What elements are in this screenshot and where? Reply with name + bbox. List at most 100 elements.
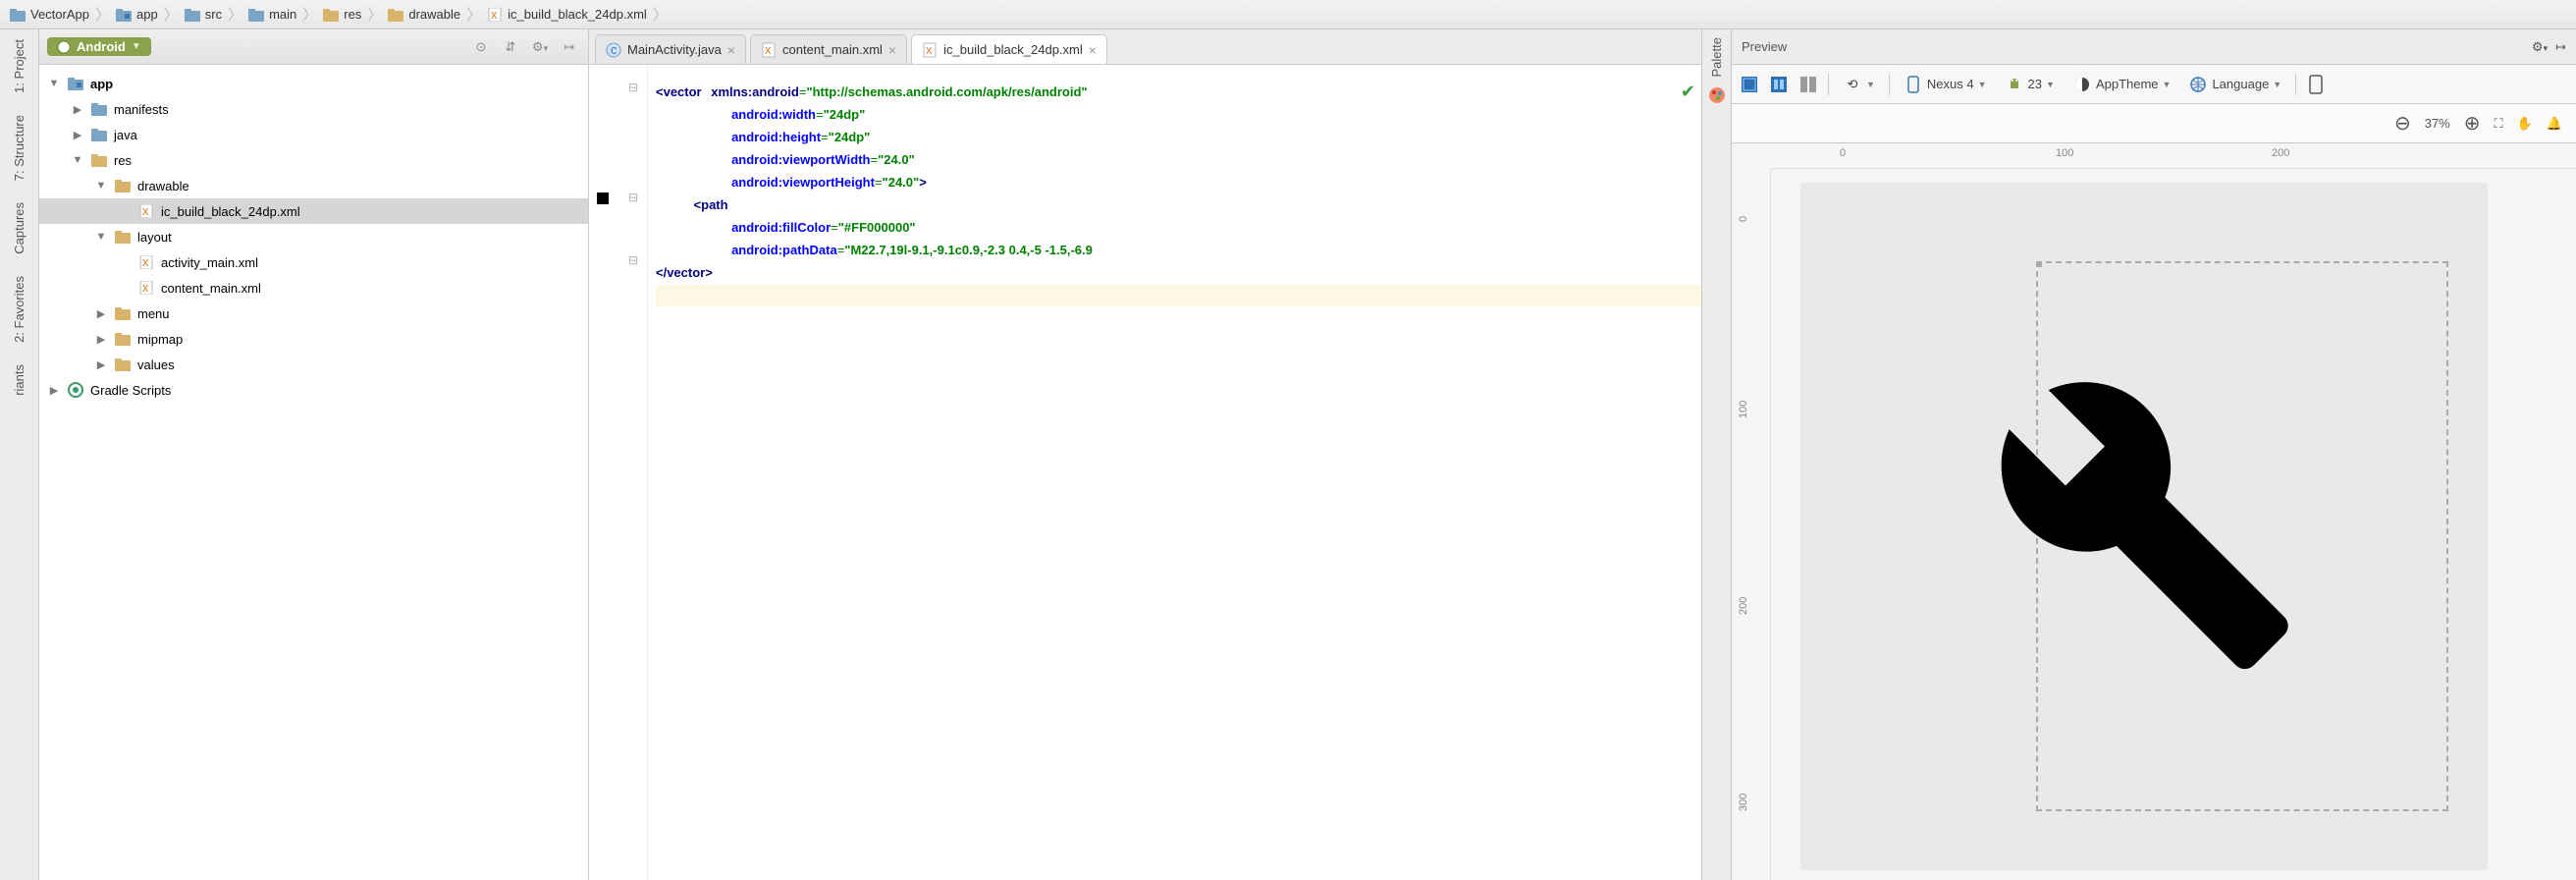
project-view-label: Android [77,39,126,54]
globe-icon [2188,75,2208,94]
tool-build-variants[interactable]: riants [12,360,27,400]
hide-panel-icon[interactable]: ↦ [559,39,580,55]
preview-panel: Preview ⚙▾ ↦ ⟲▼ Nexus 4▼ 23▼ AppTheme▼ L… [1732,29,2576,880]
zoom-fit-icon[interactable]: ⛶ [2495,116,2503,132]
editor-gutter[interactable]: ⊟ ⊟ ⊟ [589,65,648,880]
svg-text:x: x [765,42,772,57]
settings-gear-icon[interactable]: ⚙▾ [2532,39,2548,55]
layout-blueprint-icon[interactable] [1740,75,1759,94]
close-icon[interactable]: × [1089,42,1097,58]
expand-arrow-icon[interactable]: ▼ [94,231,108,243]
close-icon[interactable]: × [727,42,735,58]
layout-both-icon[interactable] [1798,75,1818,94]
expand-arrow-icon[interactable]: ▶ [94,358,108,371]
breadcrumb-item-drawable[interactable]: drawable [384,7,464,22]
tree-node-gradle[interactable]: ▶Gradle Scripts [39,377,588,403]
tab-content-main[interactable]: xcontent_main.xml× [750,34,907,64]
code-token: android:viewportHeight [731,175,875,190]
breadcrumb-item-app[interactable]: app [112,7,162,22]
tree-node-res[interactable]: ▼res [39,147,588,173]
chevron-down-icon: ▼ [2046,80,2055,89]
notifications-icon[interactable]: 🔔 [2547,116,2562,132]
device-frame-icon[interactable] [2306,75,2326,94]
code-token: > [919,175,927,190]
chevron-down-icon: ▼ [1866,80,1875,89]
project-view-selector[interactable]: Android ▼ [47,37,151,56]
theme-icon [2072,75,2092,94]
close-icon[interactable]: × [888,42,896,58]
res-folder-icon [114,357,132,372]
theme-selector[interactable]: AppTheme▼ [2068,73,2175,96]
tree-node-ic-build[interactable]: ▶xic_build_black_24dp.xml [39,198,588,224]
svg-text:x: x [142,204,149,218]
zoom-in-icon[interactable]: ⊕ [2464,111,2481,136]
collapse-all-icon[interactable]: ⇵ [500,39,521,55]
tree-node-content-main[interactable]: ▶xcontent_main.xml [39,275,588,301]
chevron-right-icon: 〉 [162,4,181,25]
tool-favorites[interactable]: 2: Favorites [12,272,27,347]
tree-node-values[interactable]: ▶values [39,352,588,377]
ruler-tick: 0 [1840,147,1846,159]
fold-handle-icon[interactable]: ⊟ [628,253,638,267]
tool-structure[interactable]: 7: Structure [12,111,27,185]
left-tool-strip: 1: Project 7: Structure Captures 2: Favo… [0,29,39,880]
tab-ic-build[interactable]: x ic_build_black_24dp.xml × [911,34,1107,64]
tab-label: ic_build_black_24dp.xml [943,42,1083,57]
svg-text:c: c [611,42,617,57]
fold-handle-icon[interactable]: ⊟ [628,81,638,94]
layout-design-icon[interactable] [1769,75,1789,94]
tree-node-menu[interactable]: ▶menu [39,301,588,326]
breadcrumb-item-main[interactable]: main [244,7,300,22]
expand-arrow-icon[interactable]: ▶ [94,307,108,320]
ruler-horizontal: 0 100 200 [1771,143,2576,169]
breadcrumb-item-vectorapp[interactable]: VectorApp [6,7,93,22]
settings-gear-icon[interactable]: ⚙▾ [529,39,551,55]
tree-node-manifests[interactable]: ▶manifests [39,96,588,122]
svg-text:x: x [926,42,933,57]
java-file-icon: c [606,42,621,58]
expand-arrow-icon[interactable]: ▼ [71,154,84,166]
hide-panel-icon[interactable]: ↦ [2555,39,2566,55]
device-label: Nexus 4 [1927,77,1974,91]
code-editor[interactable]: ✔<vector xmlns:android="http://schemas.a… [648,65,1701,880]
tree-node-java[interactable]: ▶java [39,122,588,147]
fold-handle-icon[interactable]: ⊟ [628,191,638,204]
tab-label: MainActivity.java [627,42,722,57]
tree-node-activity-main[interactable]: ▶xactivity_main.xml [39,249,588,275]
tree-node-app[interactable]: ▼app [39,71,588,96]
expand-arrow-icon[interactable]: ▶ [71,129,84,141]
project-tree[interactable]: ▼app ▶manifests ▶java ▼res ▼drawable ▶xi… [39,65,588,880]
ruler-tick: 100 [2056,147,2073,159]
res-folder-icon [323,8,339,22]
tree-node-drawable[interactable]: ▼drawable [39,173,588,198]
expand-arrow-icon[interactable]: ▶ [47,384,61,397]
scroll-from-source-icon[interactable]: ⊙ [470,39,492,55]
language-selector[interactable]: Language▼ [2184,73,2285,96]
tree-node-layout[interactable]: ▼layout [39,224,588,249]
res-folder-icon [114,331,132,347]
tool-project[interactable]: 1: Project [12,35,27,97]
orientation-button[interactable]: ⟲▼ [1839,73,1879,96]
breadcrumb-item-res[interactable]: res [319,7,365,22]
expand-arrow-icon[interactable]: ▼ [94,180,108,192]
tab-main-activity[interactable]: c MainActivity.java × [595,34,746,64]
breadcrumb-item-src[interactable]: src [181,7,226,22]
breadcrumb-item-file[interactable]: xic_build_black_24dp.xml [483,7,651,22]
android-icon [2005,75,2024,94]
device-selector[interactable]: Nexus 4▼ [1900,73,1991,96]
breakpoint-icon[interactable] [597,192,609,204]
expand-arrow-icon[interactable]: ▶ [71,103,84,116]
preview-canvas[interactable]: 0 100 200 0 100 200 300 [1732,143,2576,880]
code-token: "24dp" [824,107,866,122]
android-icon [57,40,71,54]
tool-captures[interactable]: Captures [12,198,27,258]
zoom-out-icon[interactable]: ⊖ [2394,111,2411,136]
phone-icon [1904,75,1923,94]
expand-arrow-icon[interactable]: ▶ [94,333,108,346]
api-selector[interactable]: 23▼ [2001,73,2059,96]
xml-file-icon: x [137,254,155,270]
tree-node-mipmap[interactable]: ▶mipmap [39,326,588,352]
palette-tab[interactable]: Palette [1709,37,1724,77]
expand-arrow-icon[interactable]: ▼ [47,78,61,89]
pan-icon[interactable]: ✋ [2517,116,2533,132]
